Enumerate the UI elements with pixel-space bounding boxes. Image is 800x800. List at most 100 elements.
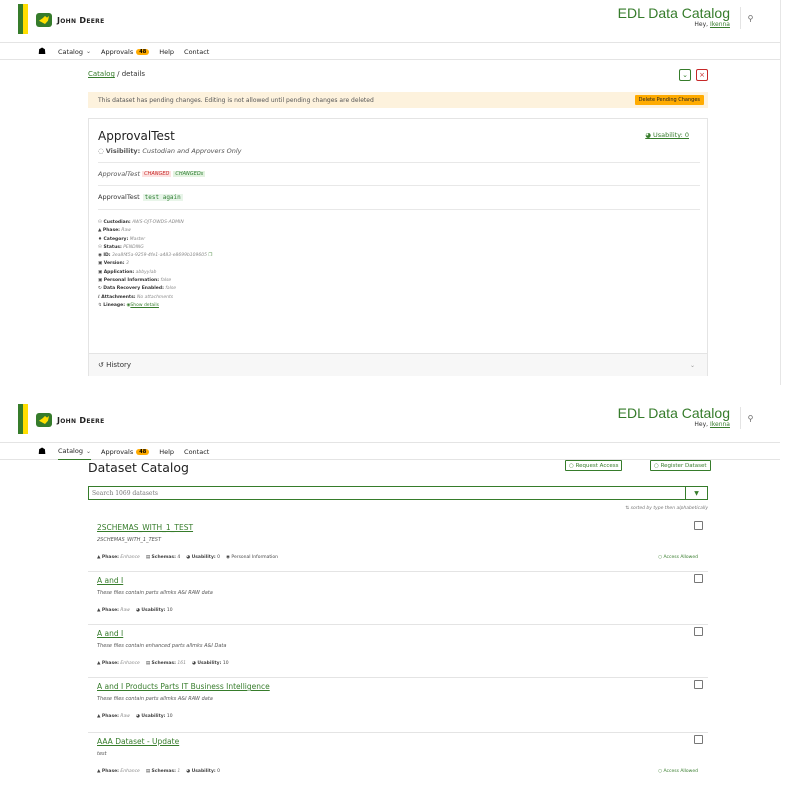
usability-meta: ◕ Usability: 10 <box>136 714 173 719</box>
prop-personal-info: ▣ Personal Information: false <box>98 277 212 285</box>
phase-meta: ▲ Phase: Enhance <box>97 769 140 774</box>
dataset-title: ApprovalTest <box>98 129 175 143</box>
lineage-icon: ↯ <box>98 302 102 308</box>
dataset-description: test <box>97 751 107 757</box>
chevron-down-icon: ⌄ <box>85 447 91 455</box>
meta-value: 0 <box>217 555 221 560</box>
history-label: History <box>106 361 132 369</box>
show-lineage-link[interactable]: Show details <box>130 303 159 308</box>
dataset-name-link[interactable]: A and I <box>97 629 123 638</box>
delete-pending-changes-button[interactable]: Delete Pending Changes <box>634 95 704 105</box>
phase-icon: ▲ <box>97 769 101 774</box>
prop-label: Data Recovery Enabled: <box>103 286 164 292</box>
request-access-button[interactable]: ○ Request Access <box>565 460 623 471</box>
user-link[interactable]: Ikenna <box>710 21 730 28</box>
history-panel[interactable]: ↺ History ⌄ <box>89 353 707 376</box>
divider <box>98 185 700 186</box>
app-title[interactable]: EDL Data Catalog <box>618 5 730 21</box>
dataset-meta: ▲ Phase: Raw ◕ Usability: 10 <box>97 608 173 613</box>
confirm-button[interactable]: ⌄ <box>679 69 691 81</box>
personal-info-meta: ◉ Personal Information <box>226 555 278 560</box>
prop-label: Lineage: <box>103 302 125 308</box>
dataset-name-link[interactable]: A and I <box>97 576 123 585</box>
home-icon[interactable]: ☗ <box>38 447 48 457</box>
scrollbar[interactable] <box>780 0 781 385</box>
new-base-text: ApprovalTest <box>98 193 140 201</box>
select-checkbox[interactable] <box>694 735 703 744</box>
phase-icon: ▲ <box>97 661 101 666</box>
filter-dropdown[interactable]: ▼ <box>686 486 708 500</box>
diff-added: CHANGEDs <box>173 171 206 177</box>
meta-label: Schemas: <box>151 661 176 666</box>
nav-catalog[interactable]: Catalog ⌄ <box>58 444 91 460</box>
select-checkbox[interactable] <box>694 680 703 689</box>
prop-value: false <box>160 278 172 284</box>
phase-meta: ▲ Phase: Raw <box>97 714 130 719</box>
meta-label: Phase: <box>101 555 119 560</box>
select-checkbox[interactable] <box>694 574 703 583</box>
breadcrumb-catalog-link[interactable]: Catalog <box>88 70 115 78</box>
nav-catalog[interactable]: Catalog ⌄ <box>58 44 91 60</box>
magnifier-icon[interactable]: ⚲ <box>740 7 760 29</box>
select-checkbox[interactable] <box>694 627 703 636</box>
sort-icon: ⇅ <box>625 506 630 511</box>
visibility-label: Visibility: <box>105 147 141 155</box>
john-deere-logo[interactable]: John Deere <box>36 13 104 27</box>
select-checkbox[interactable] <box>694 521 703 530</box>
prop-label: Application: <box>103 269 135 275</box>
copy-icon[interactable]: ❐ <box>208 253 212 258</box>
meta-value: Raw <box>120 714 130 719</box>
meta-value: Personal Information <box>231 555 278 560</box>
dataset-search-input[interactable]: Search 1069 datasets <box>88 486 686 500</box>
unlock-icon: ○ <box>658 555 663 560</box>
nav-help[interactable]: Help <box>159 444 174 460</box>
chevron-down-icon: ⌄ <box>689 361 695 369</box>
list-item: A and I These files contain parts allmks… <box>88 572 708 625</box>
schema-icon: ▤ <box>145 661 151 666</box>
nav-approvals[interactable]: Approvals 48 <box>101 444 150 460</box>
home-icon[interactable]: ☗ <box>38 47 48 57</box>
close-button[interactable]: × <box>696 69 708 81</box>
meta-value: 161 <box>177 661 186 666</box>
list-item: A and I These files contain enhanced par… <box>88 625 708 678</box>
prop-value: false <box>165 286 177 292</box>
magnifier-icon[interactable]: ⚲ <box>740 407 760 429</box>
status-icon: ☉ <box>98 244 103 250</box>
nav-contact[interactable]: Contact <box>184 444 209 460</box>
page-title: Dataset Catalog <box>88 460 189 475</box>
history-icon: ↺ <box>98 361 104 369</box>
list-item: 2SCHEMAS_WITH_1_TEST 2SCHEMAS_WITH_1_TES… <box>88 519 708 572</box>
dataset-meta: ▲ Phase: Raw ◕ Usability: 10 <box>97 714 173 719</box>
user-link[interactable]: Ikenna <box>710 421 730 428</box>
dataset-name-link[interactable]: AAA Dataset - Update <box>97 737 179 746</box>
nav-help[interactable]: Help <box>159 44 174 60</box>
dataset-name-link[interactable]: 2SCHEMAS_WITH_1_TEST <box>97 523 193 532</box>
sort-note: ⇅ sorted by type then alphabetically <box>625 506 708 511</box>
nav-approvals[interactable]: Approvals 48 <box>101 44 150 60</box>
meta-label: Phase: <box>101 608 119 613</box>
diff-removed: CHANGED <box>142 171 172 177</box>
dataset-details-card: ApprovalTest ◌ Visibility: Custodian and… <box>88 118 708 376</box>
divider <box>98 162 700 163</box>
nav-contact[interactable]: Contact <box>184 44 209 60</box>
breadcrumb-separator: / <box>117 70 120 78</box>
catalog-screen: John Deere EDL Data Catalog Hey, Ikenna … <box>0 400 800 800</box>
people-icon: ⚇ <box>98 220 103 225</box>
app-title[interactable]: EDL Data Catalog <box>618 405 730 421</box>
application-icon: ▣ <box>98 269 103 275</box>
category-icon: ♦ <box>98 236 103 242</box>
nav-approvals-label: Approvals <box>101 47 134 56</box>
gauge-icon: ◕ <box>191 661 196 666</box>
john-deere-logo[interactable]: John Deere <box>36 413 104 427</box>
description-diff: ApprovalTest CHANGED CHANGEDs <box>98 170 206 178</box>
usability-link[interactable]: ◕ Usability: 0 <box>645 131 689 139</box>
deer-icon <box>36 13 52 27</box>
eye-slash-icon: ◌ <box>98 147 104 155</box>
visibility: ◌ Visibility: Custodian and Approvers On… <box>98 147 242 155</box>
register-dataset-button[interactable]: ○ Register Dataset <box>650 460 711 471</box>
gauge-icon: ◕ <box>186 769 191 774</box>
usability-text: Usability: 0 <box>653 131 689 139</box>
sort-note-text: sorted by type then alphabetically <box>630 506 708 511</box>
dataset-name-link[interactable]: A and I Products Parts IT Business Intel… <box>97 682 270 691</box>
meta-value: Raw <box>120 608 130 613</box>
